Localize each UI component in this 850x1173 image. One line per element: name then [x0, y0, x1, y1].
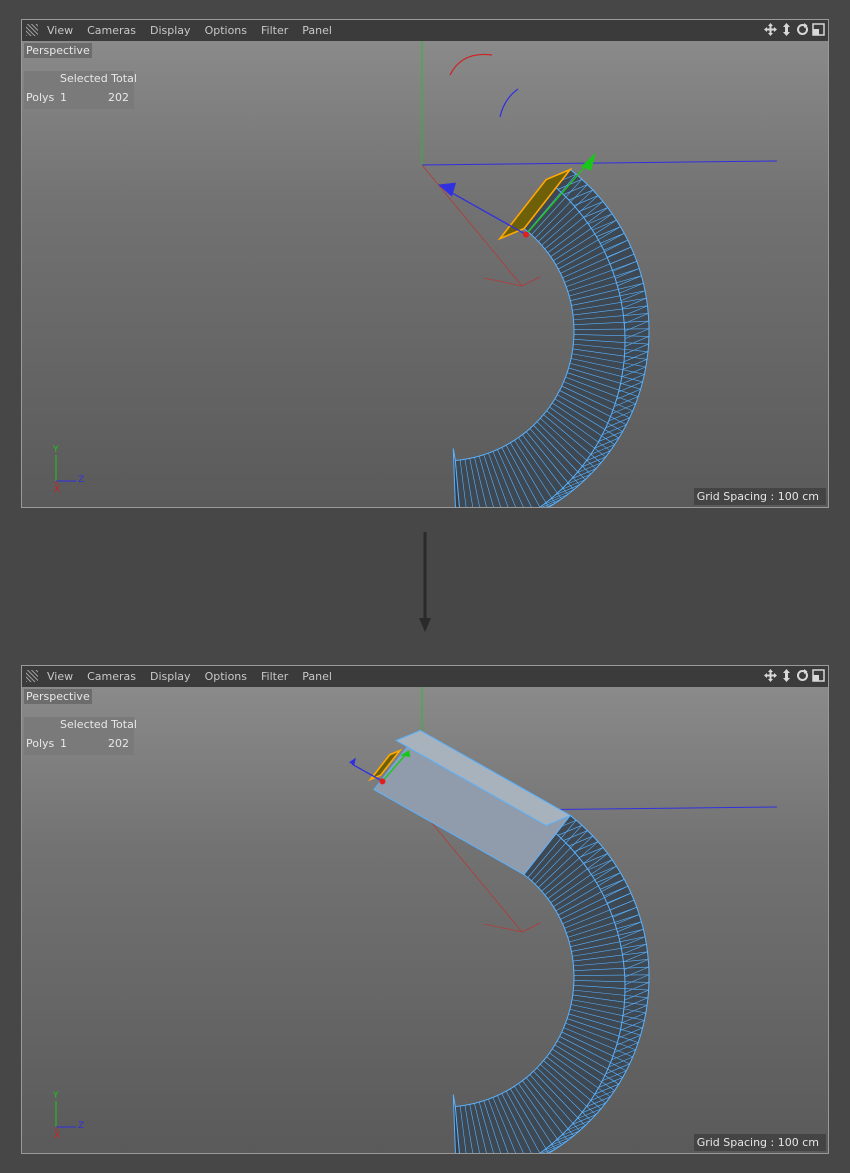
grid-spacing-label: Grid Spacing : 100 cm — [693, 488, 826, 505]
camera-label[interactable]: Perspective — [24, 689, 92, 704]
viewport-menubar: View Cameras Display Options Filter Pane… — [22, 666, 828, 688]
axis-label-x: X — [54, 485, 61, 495]
mesh-canvas[interactable] — [22, 41, 828, 507]
toggle-layout-icon[interactable] — [812, 669, 825, 682]
menu-cameras[interactable]: Cameras — [87, 24, 143, 37]
hud-header: Selected Total — [60, 718, 137, 731]
move-view-icon[interactable] — [764, 669, 777, 682]
viewport-scene[interactable]: Perspective Selected Total Polys 1 202 Y… — [22, 687, 828, 1153]
bent-mesh-wireframe — [421, 41, 778, 507]
hud-total-count: 202 — [108, 737, 129, 750]
bent-mesh-wireframe — [367, 687, 778, 1153]
menu-options[interactable]: Options — [205, 24, 254, 37]
origin-axis-line — [521, 276, 541, 287]
selection-hud: Selected Total Polys 1 202 — [24, 717, 137, 755]
menu-display[interactable]: Display — [150, 24, 198, 37]
rotate-arc-z — [499, 88, 519, 118]
menu-panel[interactable]: Panel — [302, 670, 339, 683]
gizmo-z-arrow — [349, 757, 356, 766]
camera-label[interactable]: Perspective — [24, 43, 92, 58]
menu-filter[interactable]: Filter — [261, 670, 295, 683]
axis-label-y: Y — [53, 445, 59, 455]
viewport-before[interactable]: View Cameras Display Options Filter Pane… — [21, 19, 829, 508]
axis-label-z: Z — [78, 475, 85, 485]
toggle-layout-icon[interactable] — [812, 23, 825, 36]
zoom-view-icon[interactable] — [780, 23, 793, 36]
gizmo-origin — [379, 778, 386, 785]
world-axis-widget: Y Z X — [50, 445, 86, 495]
viewport-menubar: View Cameras Display Options Filter Pane… — [22, 20, 828, 42]
rotate-view-icon[interactable] — [796, 23, 809, 36]
hud-header: Selected Total — [60, 72, 137, 85]
origin-axis-line — [421, 164, 523, 287]
hud-selected-count: 1 — [60, 737, 67, 750]
gizmo-z-arrow — [438, 182, 456, 197]
move-view-icon[interactable] — [764, 23, 777, 36]
gizmo-z-axis — [445, 188, 527, 236]
hud-total-count: 202 — [108, 91, 129, 104]
axis-label-z: Z — [78, 1121, 85, 1131]
rotate-view-icon[interactable] — [796, 669, 809, 682]
menu-display[interactable]: Display — [150, 670, 198, 683]
menu-options[interactable]: Options — [205, 670, 254, 683]
hud-row-label: Polys — [26, 91, 55, 104]
axis-label-y: Y — [53, 1091, 59, 1101]
zoom-view-icon[interactable] — [780, 669, 793, 682]
menu-panel[interactable]: Panel — [302, 24, 339, 37]
viewport-after[interactable]: View Cameras Display Options Filter Pane… — [21, 665, 829, 1154]
panel-grip-icon[interactable] — [26, 24, 38, 36]
grid-spacing-label: Grid Spacing : 100 cm — [693, 1134, 826, 1151]
down-arrow-icon — [419, 532, 431, 632]
viewport-scene[interactable]: Perspective Selected Total Polys 1 202 Y… — [22, 41, 828, 507]
axis-label-x: X — [54, 1131, 61, 1141]
menu-filter[interactable]: Filter — [261, 24, 295, 37]
origin-axis-line — [521, 922, 541, 933]
origin-axis-line — [421, 160, 778, 166]
selection-hud: Selected Total Polys 1 202 — [24, 71, 137, 109]
gizmo-origin — [523, 231, 530, 238]
hud-selected-count: 1 — [60, 91, 67, 104]
hud-row-label: Polys — [26, 737, 55, 750]
menu-cameras[interactable]: Cameras — [87, 670, 143, 683]
rotate-arc-x — [449, 53, 493, 76]
menu-view[interactable]: View — [47, 24, 80, 37]
mesh-canvas[interactable] — [22, 687, 828, 1153]
panel-grip-icon[interactable] — [26, 670, 38, 682]
menu-view[interactable]: View — [47, 670, 80, 683]
world-axis-widget: Y Z X — [50, 1091, 86, 1141]
